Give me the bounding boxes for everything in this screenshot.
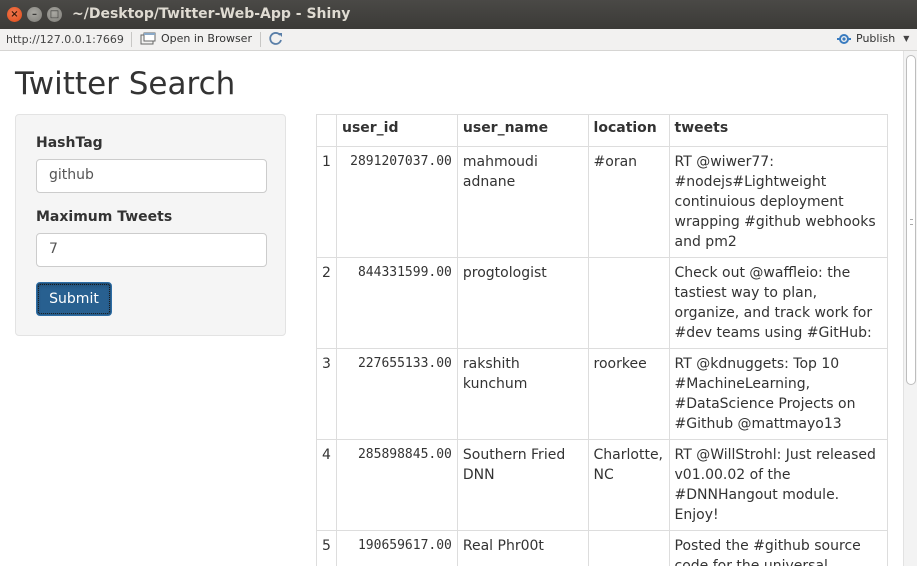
open-in-browser-label: Open in Browser: [161, 32, 252, 45]
user-id-cell: 2891207037.00: [335, 146, 458, 258]
row-index: 2: [316, 257, 337, 349]
row-index: 1: [316, 146, 337, 258]
location-cell: #oran: [587, 146, 670, 258]
viewer-toolbar: http://127.0.0.1:7669 Open in Browser Pu…: [0, 29, 917, 51]
window-title: ~/Desktop/Twitter-Web-App - Shiny: [72, 6, 351, 22]
open-window-icon: [140, 32, 156, 45]
table-header-row: user_id user_name location tweets: [316, 114, 889, 147]
location-cell: roorkee: [587, 348, 670, 440]
column-header-index[interactable]: [316, 114, 337, 147]
hashtag-label: HashTag: [36, 135, 103, 151]
user-name-cell: mahmoudi adnane: [456, 146, 589, 258]
user-name-cell: progtologist: [456, 257, 589, 349]
maximize-window-button[interactable]: □: [47, 7, 62, 22]
row-index: 4: [316, 439, 337, 531]
refresh-icon[interactable]: [268, 31, 284, 47]
tweet-cell: Posted the #github source code for the u…: [668, 530, 889, 566]
vertical-scrollbar[interactable]: [903, 51, 917, 566]
column-header-user-id[interactable]: user_id: [335, 114, 458, 147]
table-row: 5 190659617.00 Real Phr00t Posted the #g…: [316, 530, 889, 566]
max-tweets-label: Maximum Tweets: [36, 209, 173, 225]
page-title: Twitter Search: [15, 66, 236, 102]
publish-icon: [837, 33, 851, 44]
app-content: Twitter Search HashTag github Maximum Tw…: [0, 51, 903, 566]
hashtag-input[interactable]: github: [36, 159, 267, 193]
toolbar-divider: [260, 32, 261, 47]
column-header-tweets[interactable]: tweets: [668, 114, 889, 147]
minimize-window-button[interactable]: –: [27, 7, 42, 22]
results-table: user_id user_name location tweets 1 2891…: [316, 114, 889, 566]
table-row: 2 844331599.00 progtologist Check out @w…: [316, 257, 889, 349]
table-row: 4 285898845.00 Southern Fried DNN Charlo…: [316, 439, 889, 531]
tweet-cell: RT @kdnuggets: Top 10 #MachineLearning, …: [668, 348, 889, 440]
user-id-cell: 844331599.00: [335, 257, 458, 349]
window-titlebar: × – □ ~/Desktop/Twitter-Web-App - Shiny: [0, 0, 917, 29]
user-id-cell: 190659617.00: [335, 530, 458, 566]
table-row: 1 2891207037.00 mahmoudi adnane #oran RT…: [316, 146, 889, 258]
user-name-cell: Real Phr00t: [456, 530, 589, 566]
table-row: 3 227655133.00 rakshith kunchum roorkee …: [316, 348, 889, 440]
search-panel: HashTag github Maximum Tweets 7 Submit: [15, 114, 286, 336]
scrollbar-thumb[interactable]: [906, 55, 916, 385]
tweet-cell: RT @WillStrohl: Just released v01.00.02 …: [668, 439, 889, 531]
toolbar-divider: [131, 32, 132, 47]
location-cell: [587, 257, 670, 349]
user-name-cell: Southern Fried DNN: [456, 439, 589, 531]
publish-button[interactable]: Publish ▼: [836, 32, 909, 45]
max-tweets-input[interactable]: 7: [36, 233, 267, 267]
publish-label: Publish: [856, 32, 896, 45]
grip-icon: [910, 219, 913, 225]
row-index: 3: [316, 348, 337, 440]
close-window-button[interactable]: ×: [7, 7, 22, 22]
chevron-down-icon[interactable]: ▼: [903, 34, 909, 43]
location-cell: [587, 530, 670, 566]
user-id-cell: 285898845.00: [335, 439, 458, 531]
url-display: http://127.0.0.1:7669: [6, 33, 124, 46]
column-header-location[interactable]: location: [587, 114, 670, 147]
user-id-cell: 227655133.00: [335, 348, 458, 440]
column-header-user-name[interactable]: user_name: [456, 114, 589, 147]
submit-button[interactable]: Submit: [36, 282, 112, 316]
location-cell: Charlotte, NC: [587, 439, 670, 531]
row-index: 5: [316, 530, 337, 566]
open-in-browser-button[interactable]: Open in Browser: [140, 32, 252, 45]
tweet-cell: RT @wiwer77: #nodejs#Lightweight continu…: [668, 146, 889, 258]
user-name-cell: rakshith kunchum: [456, 348, 589, 440]
tweet-cell: Check out @waffleio: the tastiest way to…: [668, 257, 889, 349]
